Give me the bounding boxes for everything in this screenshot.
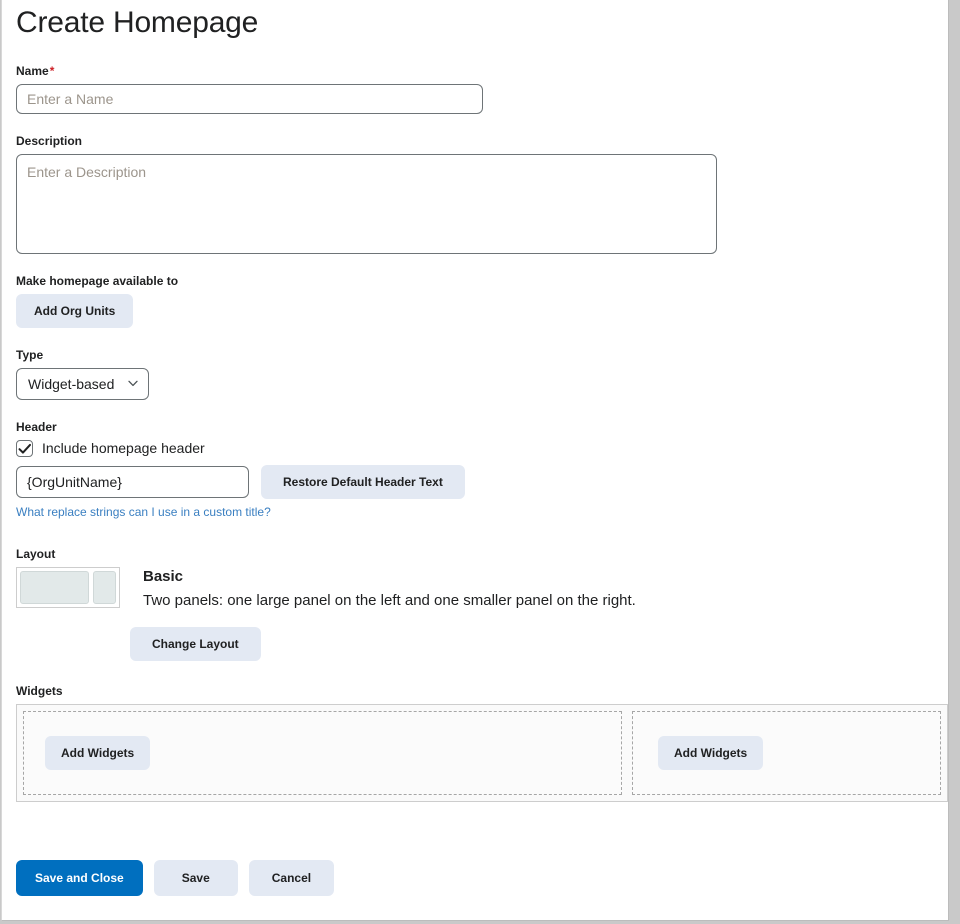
layout-group: Layout Basic Two panels: one large panel… (16, 546, 934, 661)
layout-panel-large (20, 571, 89, 604)
save-button[interactable]: Save (153, 860, 238, 896)
add-widgets-button-left[interactable]: Add Widgets (45, 736, 151, 770)
include-header-row[interactable]: Include homepage header (16, 440, 934, 457)
header-text-row: Restore Default Header Text (16, 465, 934, 499)
layout-label: Layout (16, 547, 56, 561)
org-units-label: Make homepage available to (16, 274, 179, 288)
layout-info: Basic Two panels: one large panel on the… (143, 567, 636, 612)
page-title: Create Homepage (16, 6, 259, 39)
name-field-group: Name* (16, 63, 934, 114)
layout-description: Two panels: one large panel on the left … (143, 592, 636, 609)
name-input[interactable] (16, 84, 483, 114)
checkmark-icon (18, 443, 31, 454)
save-and-close-button[interactable]: Save and Close (16, 860, 143, 896)
description-field-group: Description (16, 133, 934, 254)
widgets-label: Widgets (16, 684, 63, 698)
header-text-input[interactable] (16, 466, 249, 498)
type-select[interactable]: Widget-based (16, 368, 149, 400)
widgets-container: Add Widgets Add Widgets (16, 704, 948, 802)
widget-dropzone-left[interactable]: Add Widgets (23, 711, 622, 795)
layout-preview-row: Basic Two panels: one large panel on the… (16, 567, 934, 612)
layout-name: Basic (143, 568, 184, 585)
replace-strings-help-link[interactable]: What replace strings can I use in a cust… (16, 504, 271, 520)
required-asterisk: * (49, 64, 55, 78)
header-group: Header Include homepage header Restore D… (16, 419, 934, 521)
include-homepage-header-checkbox[interactable] (16, 440, 33, 457)
description-input[interactable] (16, 154, 717, 254)
description-label: Description (16, 134, 83, 148)
add-org-units-button[interactable]: Add Org Units (16, 294, 134, 328)
name-label: Name* (16, 63, 934, 79)
layout-thumbnail (16, 567, 120, 608)
add-widgets-button-right[interactable]: Add Widgets (658, 736, 764, 770)
include-homepage-header-label: Include homepage header (42, 440, 205, 456)
change-layout-wrap: Change Layout (16, 627, 934, 661)
widget-dropzone-right[interactable]: Add Widgets (632, 711, 941, 795)
org-units-group: Make homepage available to Add Org Units (16, 273, 934, 328)
restore-default-header-text-button[interactable]: Restore Default Header Text (261, 465, 465, 499)
type-select-wrap: Widget-based (16, 368, 149, 400)
type-group: Type Widget-based (16, 347, 934, 400)
change-layout-button[interactable]: Change Layout (130, 627, 261, 661)
create-homepage-page: Create Homepage Name* Description Make h… (1, 0, 949, 921)
widgets-group: Widgets Add Widgets Add Widgets (16, 683, 948, 802)
cancel-button[interactable]: Cancel (248, 860, 335, 896)
name-label-text: Name (16, 64, 49, 78)
form-actions: Save and Close Save Cancel (16, 860, 934, 896)
type-label: Type (16, 348, 44, 362)
header-label: Header (16, 420, 57, 434)
layout-panel-small (93, 571, 116, 604)
